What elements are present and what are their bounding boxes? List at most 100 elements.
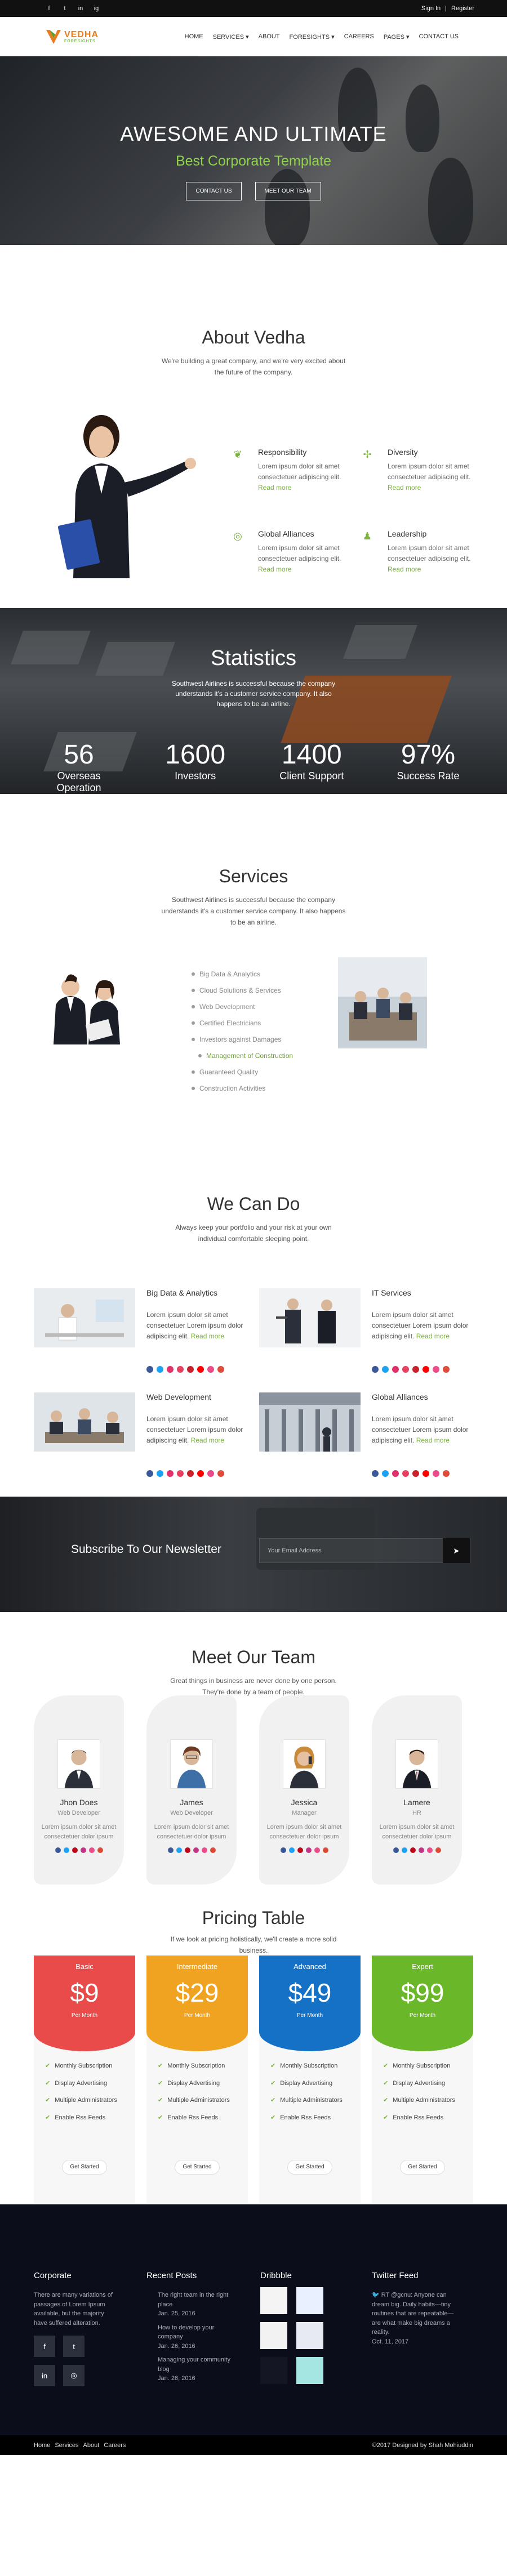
nav-about[interactable]: ABOUT: [259, 33, 280, 41]
instagram-icon[interactable]: [193, 1847, 199, 1853]
sign-in-link[interactable]: Sign In: [421, 5, 441, 12]
facebook-icon[interactable]: [167, 1847, 174, 1853]
read-more-link[interactable]: Read more: [388, 565, 473, 573]
twitter-icon[interactable]: [176, 1847, 182, 1853]
flickr-icon[interactable]: [426, 1847, 433, 1853]
dribbble-thumb[interactable]: [260, 2322, 287, 2349]
instagram-icon[interactable]: [177, 1470, 184, 1477]
subscribe-button[interactable]: ➤: [443, 1538, 470, 1563]
service-item[interactable]: Cloud Solutions & Services: [192, 982, 293, 998]
instagram-icon[interactable]: [402, 1470, 409, 1477]
read-more-link[interactable]: Read more: [258, 484, 344, 492]
facebook-icon[interactable]: [393, 1847, 399, 1853]
twitter-icon[interactable]: [157, 1366, 163, 1373]
get-started-button[interactable]: Get Started: [400, 2160, 445, 2175]
read-more-link[interactable]: Read more: [258, 565, 344, 573]
twitter-icon[interactable]: t: [63, 2336, 84, 2357]
facebook-icon[interactable]: [372, 1366, 379, 1373]
twitter-icon[interactable]: t: [61, 5, 69, 12]
nav-home[interactable]: HOME: [185, 33, 203, 41]
pinterest-icon[interactable]: [297, 1847, 303, 1853]
pinterest-icon[interactable]: [412, 1470, 419, 1477]
facebook-icon[interactable]: [146, 1470, 153, 1477]
flickr-icon[interactable]: [433, 1470, 439, 1477]
get-started-button[interactable]: Get Started: [175, 2160, 220, 2175]
dribbble-thumb[interactable]: [260, 2357, 287, 2384]
dribbble-icon[interactable]: [167, 1470, 174, 1477]
recent-post[interactable]: Managing your community blog Jan. 26, 201…: [152, 2355, 237, 2383]
google-plus-icon[interactable]: [443, 1470, 450, 1477]
facebook-icon[interactable]: [372, 1470, 379, 1477]
flickr-icon[interactable]: [433, 1366, 439, 1373]
pinterest-icon[interactable]: [410, 1847, 416, 1853]
pinterest-icon[interactable]: [187, 1470, 194, 1477]
service-item[interactable]: Investors against Damages: [192, 1031, 293, 1047]
read-more-link[interactable]: Read more: [191, 1332, 224, 1340]
service-item[interactable]: Guaranteed Quality: [192, 1064, 293, 1080]
register-link[interactable]: Register: [451, 5, 474, 12]
twitter-icon[interactable]: [382, 1366, 389, 1373]
google-plus-icon[interactable]: [217, 1470, 224, 1477]
instagram-icon[interactable]: [402, 1366, 409, 1373]
pinterest-icon[interactable]: [184, 1847, 190, 1853]
dribbble-icon[interactable]: [392, 1366, 399, 1373]
google-plus-icon[interactable]: [217, 1366, 224, 1373]
service-item[interactable]: Big Data & Analytics: [192, 966, 293, 982]
instagram-icon[interactable]: [305, 1847, 312, 1853]
twitter-icon[interactable]: [401, 1847, 407, 1853]
google-plus-icon[interactable]: [322, 1847, 328, 1853]
google-plus-icon[interactable]: [210, 1847, 216, 1853]
footer-link-home[interactable]: Home: [34, 2442, 50, 2449]
footer-link-about[interactable]: About: [83, 2442, 100, 2449]
pinterest-icon[interactable]: [72, 1847, 78, 1853]
read-more-link[interactable]: Read more: [416, 1436, 450, 1444]
flickr-icon[interactable]: [314, 1847, 320, 1853]
twitter-icon[interactable]: [157, 1470, 163, 1477]
pinterest-icon[interactable]: [187, 1366, 194, 1373]
linkedin-icon[interactable]: in: [77, 5, 84, 12]
dribbble-thumb[interactable]: [296, 2357, 323, 2384]
flickr-icon[interactable]: [201, 1847, 207, 1853]
google-plus-icon[interactable]: [443, 1366, 450, 1373]
instagram-icon[interactable]: [418, 1847, 424, 1853]
nav-services[interactable]: SERVICES ▾: [213, 33, 249, 41]
twitter-icon[interactable]: [382, 1470, 389, 1477]
dribbble-icon[interactable]: [392, 1470, 399, 1477]
facebook-icon[interactable]: [280, 1847, 286, 1853]
service-item[interactable]: Web Development: [192, 998, 293, 1015]
flickr-icon[interactable]: [88, 1847, 95, 1853]
flickr-icon[interactable]: [207, 1366, 214, 1373]
youtube-icon[interactable]: [422, 1366, 429, 1373]
footer-link-careers[interactable]: Careers: [104, 2442, 126, 2449]
service-item[interactable]: Certified Electricians: [192, 1015, 293, 1031]
meet-team-button[interactable]: MEET OUR TEAM: [255, 181, 321, 200]
dribbble-thumb[interactable]: [260, 2287, 287, 2314]
instagram-icon[interactable]: ig: [92, 5, 100, 12]
youtube-icon[interactable]: [422, 1470, 429, 1477]
read-more-link[interactable]: Read more: [191, 1436, 224, 1444]
read-more-link[interactable]: Read more: [416, 1332, 450, 1340]
dribbble-thumb[interactable]: [296, 2287, 323, 2314]
nav-foresights[interactable]: FORESIGHTS ▾: [290, 33, 335, 41]
recent-post[interactable]: The right team in the right place Jan. 25…: [152, 2291, 237, 2319]
instagram-icon[interactable]: ◎: [63, 2365, 84, 2386]
newsletter-email-input[interactable]: [260, 1539, 443, 1562]
contact-us-button[interactable]: CONTACT US: [186, 181, 242, 200]
youtube-icon[interactable]: [197, 1366, 204, 1373]
logo[interactable]: VEDHA FORESIGHTS: [17, 28, 99, 45]
youtube-icon[interactable]: [197, 1470, 204, 1477]
instagram-icon[interactable]: [177, 1366, 184, 1373]
dribbble-thumb[interactable]: [296, 2322, 323, 2349]
nav-pages[interactable]: PAGES ▾: [384, 33, 410, 41]
footer-link-services[interactable]: Services: [55, 2442, 78, 2449]
service-item-active[interactable]: Management of Construction: [192, 1047, 293, 1064]
nav-contact[interactable]: CONTACT US: [419, 33, 459, 41]
facebook-icon[interactable]: f: [45, 5, 53, 12]
get-started-button[interactable]: Get Started: [62, 2160, 107, 2175]
pinterest-icon[interactable]: [412, 1366, 419, 1373]
dribbble-icon[interactable]: [167, 1366, 174, 1373]
recent-post[interactable]: How to develop your company Jan. 26, 2016: [152, 2323, 237, 2351]
facebook-icon[interactable]: [146, 1366, 153, 1373]
linkedin-icon[interactable]: in: [34, 2365, 55, 2386]
read-more-link[interactable]: Read more: [388, 484, 473, 492]
